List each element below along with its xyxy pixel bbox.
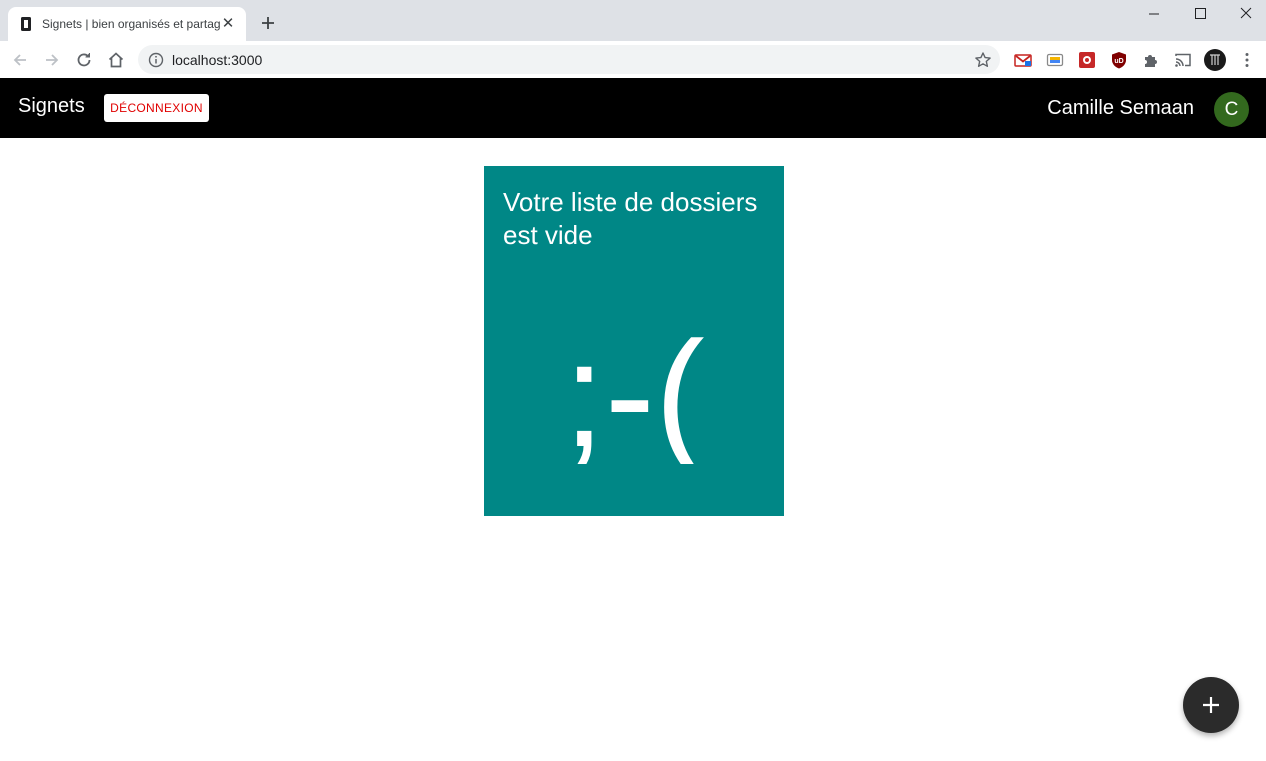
user-avatar[interactable]: C xyxy=(1214,92,1249,127)
browser-menu-icon[interactable] xyxy=(1238,51,1256,69)
bookmark-star-icon[interactable] xyxy=(974,51,992,69)
browser-toolbar: localhost:3000 uD xyxy=(0,41,1266,79)
address-bar[interactable]: localhost:3000 xyxy=(138,45,1000,74)
profile-avatar-icon[interactable] xyxy=(1203,48,1227,72)
app-header: Signets DÉCONNEXION Camille Semaan xyxy=(0,78,1266,138)
extensions-puzzle-icon[interactable] xyxy=(1142,51,1160,69)
url-text[interactable]: localhost:3000 xyxy=(172,52,262,68)
cast-icon[interactable] xyxy=(1174,51,1192,69)
new-tab-icon[interactable] xyxy=(258,13,278,33)
bookmark-favicon-icon xyxy=(21,17,31,31)
tab-title: Signets | bien organisés et partagés xyxy=(42,17,220,31)
add-folder-fab[interactable] xyxy=(1183,677,1239,733)
minimize-icon[interactable] xyxy=(1144,4,1164,24)
sad-emoticon: ;-( xyxy=(563,314,705,464)
browser-tab-strip: Signets | bien organisés et partagés ✕ xyxy=(0,0,1266,41)
forward-icon[interactable] xyxy=(42,50,62,70)
sad-emoticon-text: ;-( xyxy=(563,314,705,464)
site-info-icon[interactable] xyxy=(148,52,164,68)
home-icon[interactable] xyxy=(106,50,126,70)
ublock-origin-icon[interactable]: uD xyxy=(1110,51,1128,69)
reload-icon[interactable] xyxy=(74,50,94,70)
empty-folders-card: Votre liste de dossiers est vide ;-( xyxy=(484,166,784,516)
maximize-icon[interactable] xyxy=(1190,4,1210,24)
gmail-extension-icon[interactable] xyxy=(1014,51,1032,69)
user-name: Camille Semaan xyxy=(1047,97,1194,119)
logout-button[interactable]: DÉCONNEXION xyxy=(104,94,209,122)
close-window-icon[interactable] xyxy=(1236,4,1256,24)
red-extension-icon[interactable] xyxy=(1078,51,1096,69)
browser-tab[interactable]: Signets | bien organisés et partagés ✕ xyxy=(8,7,246,41)
back-icon[interactable] xyxy=(10,50,30,70)
app-brand[interactable]: Signets xyxy=(18,95,85,118)
plus-icon xyxy=(1203,697,1219,713)
close-tab-icon[interactable]: ✕ xyxy=(220,16,236,32)
empty-state-title: Votre liste de dossiers est vide xyxy=(503,187,758,250)
svg-text:uD: uD xyxy=(1114,58,1123,65)
screenshot-extension-icon[interactable] xyxy=(1046,51,1064,69)
